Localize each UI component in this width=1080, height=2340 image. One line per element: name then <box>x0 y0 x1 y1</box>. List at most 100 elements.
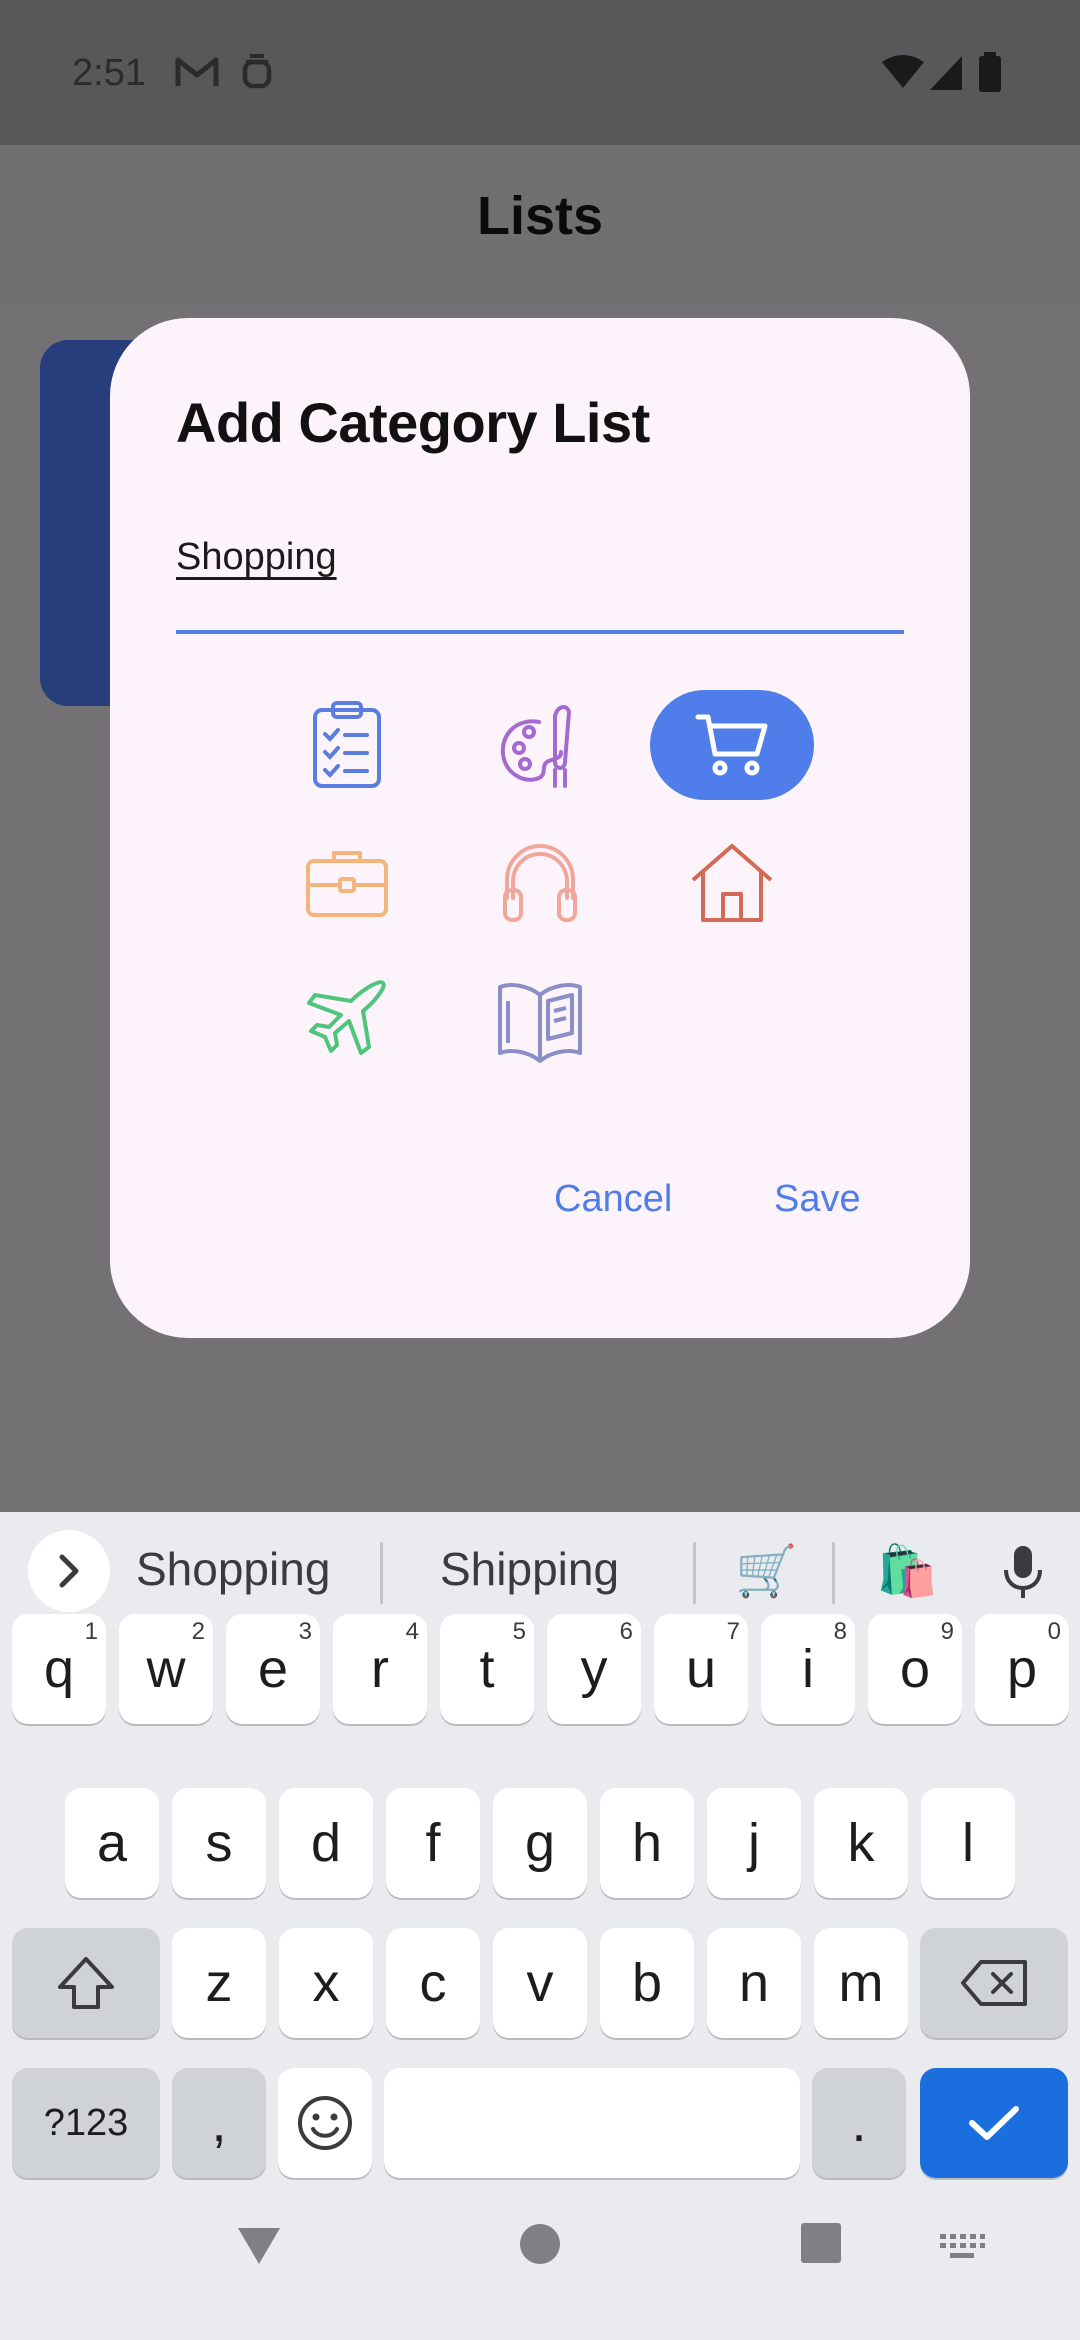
cancel-button[interactable]: Cancel <box>554 1178 672 1221</box>
briefcase-icon <box>306 851 388 917</box>
key-x[interactable]: x <box>279 1928 373 2038</box>
expand-toolbar-button[interactable] <box>28 1530 110 1612</box>
key-z[interactable]: z <box>172 1928 266 2038</box>
key-label: l <box>962 1813 974 1873</box>
chevron-right-icon <box>59 1554 79 1588</box>
key-number-hint: 9 <box>940 1618 954 1645</box>
key-p[interactable]: p0 <box>975 1614 1069 1724</box>
key-label: p <box>1006 1639 1038 1699</box>
key-y[interactable]: y6 <box>547 1614 641 1724</box>
icon-option-house[interactable] <box>650 828 814 938</box>
key-label: z <box>205 1953 233 2013</box>
checkmark-icon <box>969 2106 1019 2140</box>
icon-option-briefcase[interactable] <box>265 828 429 938</box>
emoji-key[interactable] <box>278 2068 372 2178</box>
status-bar: 2:51 <box>0 0 1080 145</box>
key-q[interactable]: q1 <box>12 1614 106 1724</box>
keyboard-switch-icon[interactable] <box>938 2232 986 2262</box>
status-time: 2:51 <box>72 52 146 94</box>
key-t[interactable]: t5 <box>440 1614 534 1724</box>
key-g[interactable]: g <box>493 1788 587 1898</box>
shift-icon <box>58 1957 114 2009</box>
dialog-title: Add Category List <box>176 391 650 454</box>
key-number-hint: 5 <box>512 1618 526 1645</box>
key-label: b <box>631 1953 663 2013</box>
key-label: d <box>310 1813 342 1873</box>
key-label: q <box>43 1639 75 1699</box>
suggestion-1[interactable]: Shopping <box>136 1542 330 1596</box>
key-label: o <box>899 1639 931 1699</box>
key-number-hint: 7 <box>726 1618 740 1645</box>
key-f[interactable]: f <box>386 1788 480 1898</box>
key-v[interactable]: v <box>493 1928 587 2038</box>
key-label: v <box>526 1953 554 2013</box>
suggestion-divider <box>693 1542 696 1604</box>
key-number-hint: 6 <box>619 1618 633 1645</box>
key-o[interactable]: o9 <box>868 1614 962 1724</box>
key-label: m <box>838 1953 884 2013</box>
suggestion-divider <box>832 1542 835 1604</box>
key-m[interactable]: m <box>814 1928 908 2038</box>
icon-option-clipboard[interactable] <box>265 690 429 800</box>
app-bar: Lists <box>0 145 1080 305</box>
icon-option-headphones[interactable] <box>458 828 622 938</box>
key-label: f <box>425 1813 441 1873</box>
space-key[interactable] <box>384 2068 800 2178</box>
key-d[interactable]: d <box>279 1788 373 1898</box>
app-notification-icon <box>242 54 272 89</box>
key-number-hint: 1 <box>84 1618 98 1645</box>
open-book-icon <box>498 983 582 1063</box>
key-l[interactable]: l <box>921 1788 1015 1898</box>
house-icon <box>691 844 773 922</box>
key-j[interactable]: j <box>707 1788 801 1898</box>
key-r[interactable]: r4 <box>333 1614 427 1724</box>
category-name-input[interactable]: Shopping <box>176 536 904 596</box>
headphones-icon <box>503 843 577 922</box>
key-label: n <box>738 1953 770 2013</box>
key-label: x <box>312 1953 340 2013</box>
key-k[interactable]: k <box>814 1788 908 1898</box>
suggestion-cart-emoji[interactable]: 🛒 <box>735 1542 797 1601</box>
back-icon[interactable] <box>234 2224 284 2268</box>
key-label: s <box>205 1813 233 1873</box>
key-w[interactable]: w2 <box>119 1614 213 1724</box>
icon-option-palette[interactable] <box>458 690 622 800</box>
key-e[interactable]: e3 <box>226 1614 320 1724</box>
backspace-key[interactable] <box>920 1928 1068 2038</box>
icon-option-airplane[interactable] <box>265 966 429 1076</box>
palette-brush-icon <box>500 705 572 788</box>
comma-key[interactable]: , <box>172 2068 266 2178</box>
key-h[interactable]: h <box>600 1788 694 1898</box>
key-label: h <box>631 1813 663 1873</box>
key-label: i <box>802 1639 814 1699</box>
symbols-key[interactable]: ?123 <box>12 2068 160 2178</box>
shopping-cart-icon <box>695 714 768 776</box>
key-label: g <box>524 1813 556 1873</box>
voice-input-button[interactable] <box>1000 1542 1046 1613</box>
emoji-icon <box>298 2096 352 2150</box>
icon-option-book[interactable] <box>458 966 622 1076</box>
recents-icon[interactable] <box>800 2222 842 2264</box>
key-label: j <box>748 1813 760 1873</box>
key-n[interactable]: n <box>707 1928 801 2038</box>
key-label: y <box>580 1639 608 1699</box>
suggestion-bags-emoji[interactable]: 🛍️ <box>876 1542 938 1601</box>
key-c[interactable]: c <box>386 1928 480 2038</box>
add-category-dialog: Add Category List Shopping Cancel Save <box>110 318 970 1338</box>
key-label: u <box>685 1639 717 1699</box>
key-s[interactable]: s <box>172 1788 266 1898</box>
key-b[interactable]: b <box>600 1928 694 2038</box>
key-u[interactable]: u7 <box>654 1614 748 1724</box>
shift-key[interactable] <box>12 1928 160 2038</box>
system-nav-bar <box>0 2178 1080 2340</box>
suggestion-2[interactable]: Shipping <box>440 1542 619 1596</box>
period-key[interactable]: . <box>812 2068 906 2178</box>
icon-option-cart[interactable] <box>650 690 814 800</box>
enter-key[interactable] <box>920 2068 1068 2178</box>
wifi-icon <box>882 55 924 88</box>
home-icon[interactable] <box>518 2222 562 2266</box>
key-label: r <box>371 1639 389 1699</box>
save-button[interactable]: Save <box>774 1178 861 1221</box>
key-a[interactable]: a <box>65 1788 159 1898</box>
key-i[interactable]: i8 <box>761 1614 855 1724</box>
